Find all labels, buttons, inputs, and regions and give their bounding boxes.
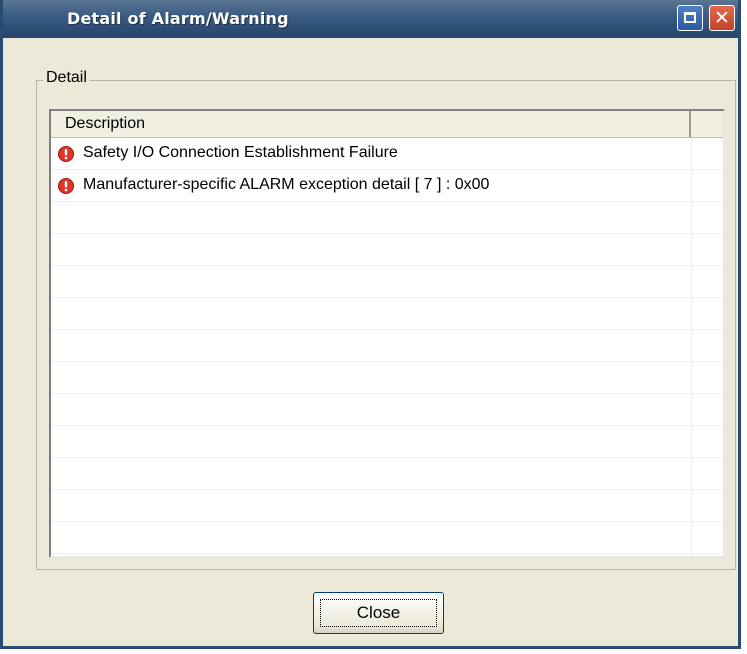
maximize-icon [684,12,696,23]
alarm-icon [58,178,74,194]
empty-row [51,266,723,298]
empty-row [51,522,723,554]
listview-rows: Safety I/O Connection Establishment Fail… [51,138,723,554]
listview-header: Description [51,111,723,138]
empty-row [51,426,723,458]
empty-row [51,490,723,522]
column-header-description[interactable]: Description [51,111,691,137]
window-title: Detail of Alarm/Warning [67,9,289,28]
empty-row [51,234,723,266]
empty-row [51,330,723,362]
empty-row [51,458,723,490]
empty-row [51,202,723,234]
list-item[interactable]: Manufacturer-specific ALARM exception de… [51,170,723,202]
alarm-warning-dialog: Detail of Alarm/Warning ✕ Detail Descrip… [0,0,741,649]
empty-row [51,362,723,394]
list-item-text: Manufacturer-specific ALARM exception de… [83,176,490,193]
column-header-empty[interactable] [691,111,723,137]
close-button-label: Close [320,599,437,627]
list-item[interactable]: Safety I/O Connection Establishment Fail… [51,138,723,170]
list-item-text: Safety I/O Connection Establishment Fail… [83,144,398,161]
detail-group-label: Detail [43,69,90,87]
close-button[interactable]: Close [313,592,444,634]
empty-row [51,298,723,330]
description-listview[interactable]: Description Safety I/O Connection Establ… [49,109,725,558]
close-icon: ✕ [714,7,730,29]
title-bar[interactable]: Detail of Alarm/Warning ✕ [3,0,738,38]
empty-row [51,394,723,426]
maximize-button[interactable] [677,5,703,31]
alarm-icon [58,146,74,162]
close-window-button[interactable]: ✕ [709,5,735,31]
